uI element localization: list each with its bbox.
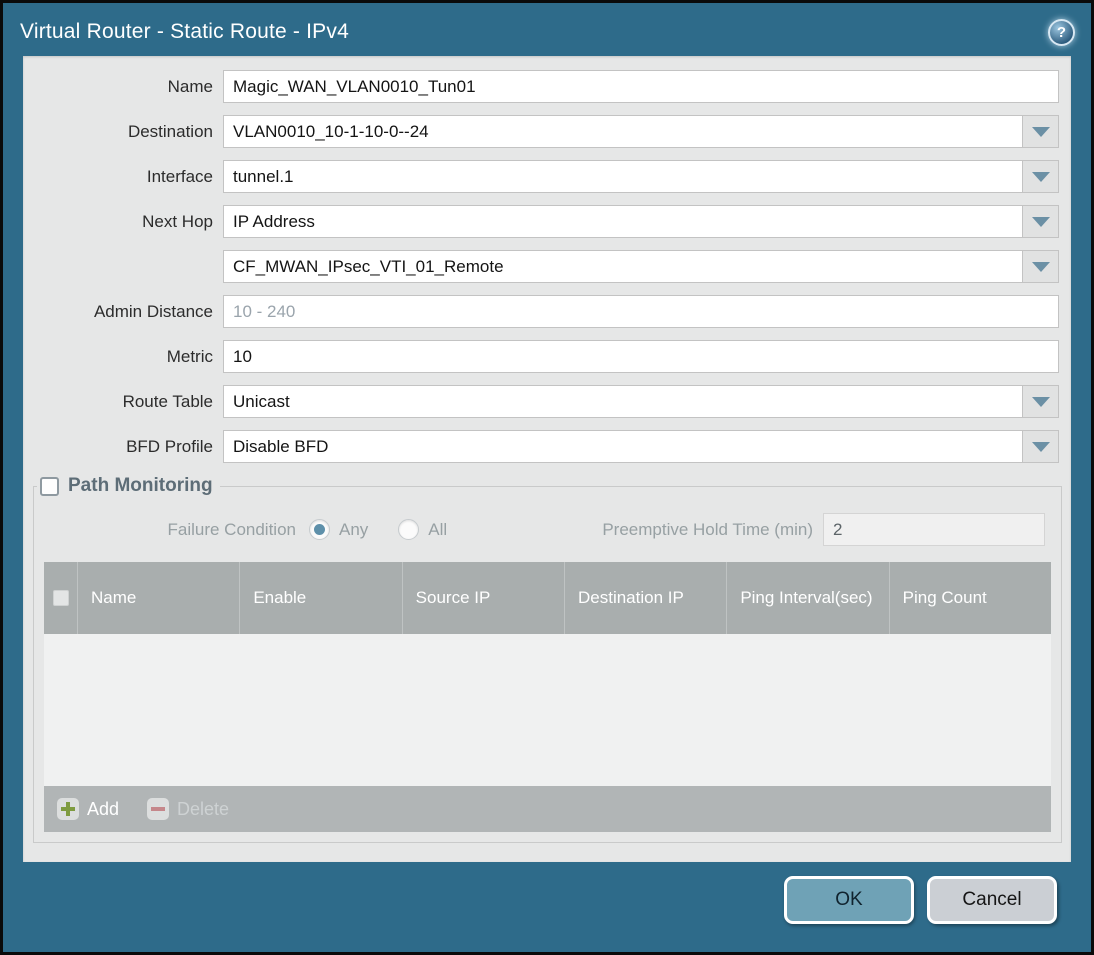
help-icon[interactable]: ?: [1048, 18, 1075, 46]
next-hop-address-dropdown-button[interactable]: [1023, 250, 1059, 283]
route-table-row: Route Table: [23, 385, 1059, 418]
preemptive-hold-time-input[interactable]: [823, 513, 1045, 546]
path-monitoring-title: Path Monitoring: [68, 475, 213, 496]
interface-input[interactable]: [223, 160, 1023, 193]
cancel-button[interactable]: Cancel: [927, 876, 1057, 924]
bfd-profile-row: BFD Profile: [23, 430, 1059, 463]
chevron-down-icon: [1031, 126, 1050, 137]
chevron-down-icon: [1031, 216, 1050, 227]
name-row: Name: [23, 70, 1059, 103]
table-header-enable: Enable: [239, 562, 401, 634]
metric-row: Metric: [23, 340, 1059, 373]
static-route-dialog: { "dialog": { "title": "Virtual Router -…: [0, 0, 1094, 955]
table-footer: Add Delete: [44, 786, 1051, 832]
interface-row: Interface: [23, 160, 1059, 193]
failure-condition-label: Failure Condition: [167, 519, 296, 539]
chevron-down-icon: [1031, 441, 1050, 452]
admin-distance-row: Admin Distance: [23, 295, 1059, 328]
table-header-destination-ip: Destination IP: [563, 562, 726, 634]
chevron-down-icon: [1031, 396, 1050, 407]
table-header-source-ip: Source IP: [401, 562, 564, 634]
ok-button[interactable]: OK: [784, 876, 914, 924]
route-table-label: Route Table: [122, 391, 213, 411]
select-all-checkbox[interactable]: [52, 590, 69, 606]
radio-any[interactable]: [309, 519, 330, 540]
interface-label: Interface: [146, 166, 213, 186]
dialog-footer: OK Cancel: [3, 862, 1091, 952]
route-table-input[interactable]: [223, 385, 1023, 418]
table-body-empty: [44, 634, 1051, 786]
failure-condition-option-any: Any: [309, 519, 368, 540]
metric-input[interactable]: [223, 340, 1059, 373]
failure-condition-row: Failure Condition Any All Preemptive Hol…: [34, 513, 1045, 546]
next-hop-type-input[interactable]: [223, 205, 1023, 238]
add-button[interactable]: Add: [57, 798, 119, 820]
add-button-label: Add: [87, 798, 120, 819]
radio-all[interactable]: [398, 519, 420, 540]
next-hop-address-input[interactable]: [223, 250, 1023, 283]
route-table-dropdown-button[interactable]: [1023, 385, 1059, 418]
path-monitoring-legend: Path Monitoring: [37, 475, 220, 497]
admin-distance-input[interactable]: [223, 295, 1059, 328]
chevron-down-icon: [1031, 261, 1050, 272]
bfd-profile-input[interactable]: [223, 430, 1023, 463]
path-monitoring-table: Name Enable Source IP Destination IP Pin…: [44, 562, 1051, 832]
table-header-name: Name: [77, 562, 239, 634]
minus-icon: [147, 798, 170, 820]
table-header-ping-count: Ping Count: [888, 562, 1051, 634]
bfd-profile-label: BFD Profile: [126, 436, 213, 456]
destination-row: Destination: [23, 115, 1059, 148]
next-hop-type-dropdown-button[interactable]: [1023, 205, 1059, 238]
path-monitoring-section: Path Monitoring Failure Condition Any Al…: [33, 475, 1062, 843]
next-hop-row: Next Hop: [23, 205, 1059, 238]
failure-condition-option-all: All: [398, 519, 447, 540]
bfd-profile-dropdown-button[interactable]: [1023, 430, 1059, 463]
next-hop-label: Next Hop: [142, 211, 213, 231]
interface-dropdown-button[interactable]: [1023, 160, 1059, 193]
delete-button-label: Delete: [177, 798, 230, 819]
next-hop-address-row: [23, 250, 1059, 283]
name-label: Name: [167, 76, 213, 96]
destination-label: Destination: [127, 121, 213, 141]
path-monitoring-checkbox[interactable]: [40, 476, 59, 496]
destination-input[interactable]: [223, 115, 1023, 148]
dialog-body: Name Destination Interface Next Hop: [23, 56, 1071, 862]
preemptive-hold-time-label: Preemptive Hold Time (min): [602, 519, 813, 539]
table-header-select: [44, 562, 77, 634]
admin-distance-label: Admin Distance: [93, 301, 213, 321]
radio-all-label: All: [428, 519, 448, 539]
delete-button[interactable]: Delete: [147, 798, 229, 820]
destination-dropdown-button[interactable]: [1023, 115, 1059, 148]
metric-label: Metric: [166, 346, 213, 366]
table-header-row: Name Enable Source IP Destination IP Pin…: [44, 562, 1051, 634]
dialog-titlebar: Virtual Router - Static Route - IPv4 ?: [3, 3, 1091, 55]
dialog-title: Virtual Router - Static Route - IPv4: [20, 20, 349, 43]
radio-any-label: Any: [339, 519, 369, 539]
chevron-down-icon: [1031, 171, 1050, 182]
plus-icon: [57, 798, 79, 820]
name-input[interactable]: [223, 70, 1059, 103]
table-header-ping-interval: Ping Interval(sec): [726, 562, 888, 634]
